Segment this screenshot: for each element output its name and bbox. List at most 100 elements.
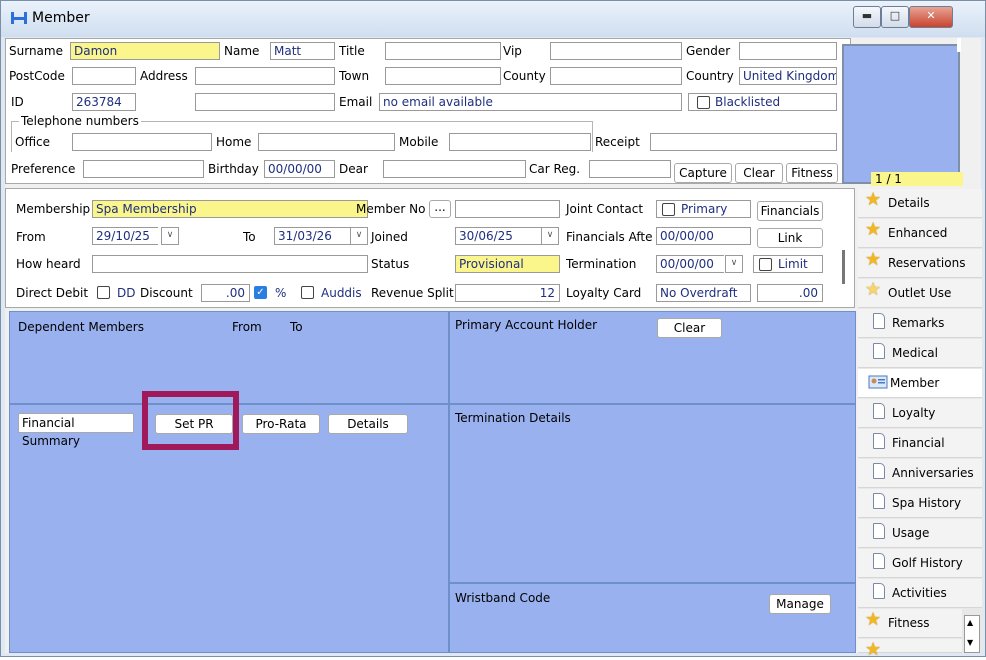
photo-frame[interactable] [842, 44, 960, 184]
county-label: County [503, 69, 546, 83]
membership-field[interactable]: Spa Membership [92, 200, 368, 218]
close-button[interactable]: ✕ [909, 6, 953, 28]
termination-field[interactable]: 00/00/00 [656, 255, 724, 273]
joined-field[interactable]: 30/06/25 [455, 227, 541, 245]
financials-after-field[interactable]: 00/00/00 [656, 227, 751, 245]
maximize-button[interactable]: □ [881, 6, 909, 28]
discount-field[interactable]: .00 [201, 284, 250, 302]
minimize-button[interactable]: ▬ [853, 6, 881, 28]
tab-spa-history[interactable]: Spa History [858, 489, 982, 518]
birthday-field[interactable]: 00/00/00 [264, 160, 335, 178]
fitness-button[interactable]: Fitness [786, 163, 838, 183]
window-title: Member [32, 10, 90, 26]
blacklisted-box[interactable]: Blacklisted [688, 93, 837, 111]
star-icon: ★ [865, 219, 882, 240]
percent-checkbox[interactable]: ✓ [254, 286, 267, 299]
tab-activities-label: Activities [892, 586, 947, 600]
to-date-dropdown[interactable]: ∨ [350, 227, 368, 245]
primary-account-holder-panel: Primary Account Holder Clear [449, 311, 856, 404]
auddis-checkbox[interactable] [301, 286, 314, 299]
revenue-split-field[interactable]: 12 [455, 284, 560, 302]
mobile-field[interactable] [449, 133, 591, 151]
gender-field[interactable] [739, 42, 837, 60]
details-button[interactable]: Details [328, 414, 408, 434]
name-field[interactable]: Matt [270, 42, 335, 60]
status-field[interactable]: Provisional [455, 255, 560, 273]
tab-activities[interactable]: Activities [858, 579, 982, 608]
termination-date-dropdown[interactable]: ∨ [725, 255, 743, 273]
member-no-lookup-button[interactable]: ... [429, 200, 451, 218]
vip-field[interactable] [550, 42, 682, 60]
manage-button[interactable]: Manage [769, 594, 831, 614]
blacklisted-checkbox[interactable] [697, 96, 710, 109]
tab-next-partial[interactable]: ★ [858, 639, 962, 659]
primary-checkbox[interactable] [662, 203, 675, 216]
tab-financial[interactable]: Financial [858, 429, 982, 458]
to-field[interactable]: 31/03/26 [274, 227, 350, 245]
financial-summary-label[interactable]: Financial Summary [18, 413, 134, 448]
tabs-scrollbar[interactable]: ▲ ▼ [964, 615, 980, 653]
scroll-down-icon[interactable]: ▼ [967, 638, 973, 647]
home-field[interactable] [258, 133, 395, 151]
tab-fitness[interactable]: ★ Fitness [858, 609, 962, 638]
country-field[interactable]: United Kingdom [739, 67, 837, 85]
loyalty-value-field[interactable]: .00 [757, 284, 823, 302]
title-label: Title [339, 44, 365, 58]
pro-rata-button[interactable]: Pro-Rata [242, 414, 320, 434]
tab-anniversaries[interactable]: Anniversaries [858, 459, 982, 488]
clear-photo-button[interactable]: Clear [735, 163, 783, 183]
postcode-field[interactable] [72, 67, 136, 85]
wristband-code-panel: Wristband Code Manage [449, 583, 856, 653]
photo-frame-scroll [957, 38, 961, 52]
loyalty-card-field[interactable]: No Overdraft [656, 284, 751, 302]
dear-field[interactable] [383, 160, 526, 178]
from-field[interactable]: 29/10/25 [92, 227, 158, 245]
star-outline-icon: ★ [865, 279, 882, 300]
tab-outlet-use[interactable]: ★ Outlet Use [858, 279, 982, 308]
tab-fitness-label: Fitness [888, 616, 930, 630]
office-field[interactable] [72, 133, 212, 151]
tab-member[interactable]: Member [858, 369, 982, 398]
tab-usage[interactable]: Usage [858, 519, 982, 548]
tab-remarks[interactable]: Remarks [858, 309, 982, 338]
from-date-dropdown[interactable]: ∨ [161, 227, 179, 245]
how-heard-field[interactable] [92, 255, 368, 273]
address-field-1[interactable] [195, 67, 335, 85]
page-icon [873, 553, 885, 569]
receipt-field[interactable] [650, 133, 837, 151]
star-icon: ★ [865, 249, 882, 270]
limit-checkbox[interactable] [759, 258, 772, 271]
car-reg-field[interactable] [589, 160, 671, 178]
email-field[interactable]: no email available [379, 93, 682, 111]
title-bar: Member ▬ □ ✕ [1, 1, 985, 37]
joined-date-dropdown[interactable]: ∨ [541, 227, 559, 245]
primary-box[interactable]: Primary [656, 200, 751, 218]
from-label: From [16, 230, 46, 244]
address-field-2[interactable] [195, 93, 335, 111]
tab-details[interactable]: ★ Details [858, 189, 982, 218]
tab-golf-history-label: Golf History [892, 556, 963, 570]
tab-golf-history[interactable]: Golf History [858, 549, 982, 578]
member-no-field[interactable] [455, 200, 560, 218]
dd-checkbox[interactable] [97, 286, 110, 299]
limit-box[interactable]: Limit [753, 255, 823, 273]
tab-loyalty[interactable]: Loyalty [858, 399, 982, 428]
tab-medical[interactable]: Medical [858, 339, 982, 368]
link-button[interactable]: Link [757, 228, 823, 248]
capture-button[interactable]: Capture [674, 163, 732, 183]
primary-account-clear-button[interactable]: Clear [657, 318, 722, 338]
surname-field[interactable]: Damon [70, 42, 220, 60]
tab-reservations[interactable]: ★ Reservations [858, 249, 982, 278]
postcode-label: PostCode [9, 69, 65, 83]
title-field[interactable] [385, 42, 501, 60]
preference-field[interactable] [83, 160, 204, 178]
birthday-label: Birthday [208, 162, 259, 176]
county-field[interactable] [550, 67, 682, 85]
financials-button[interactable]: Financials [757, 201, 823, 221]
joint-contact-label: Joint Contact [566, 202, 644, 216]
town-field[interactable] [385, 67, 501, 85]
home-label: Home [216, 135, 252, 149]
scroll-up-icon[interactable]: ▲ [967, 618, 973, 627]
page-icon [873, 493, 885, 509]
tab-enhanced[interactable]: ★ Enhanced [858, 219, 982, 248]
